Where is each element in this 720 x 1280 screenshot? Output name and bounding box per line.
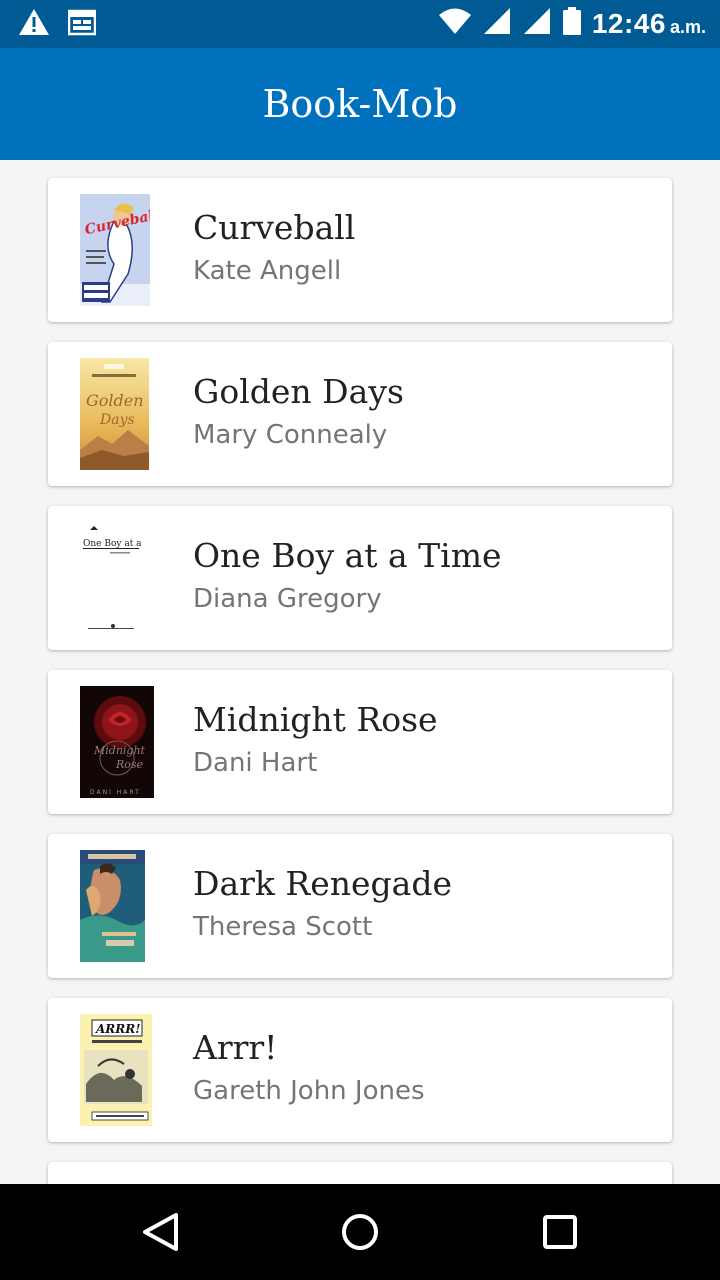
clock-ampm: a.m. [669,16,706,37]
wifi-icon [438,7,472,40]
svg-text:ARRR!: ARRR! [95,1022,141,1036]
book-card-curveball[interactable]: Curveball Curveball Kate Angell [48,178,672,322]
signal-icon [482,6,512,41]
book-author: Dani Hart [193,748,318,778]
book-card-arrr[interactable]: ARRR! Arrr! Gareth John Jones [48,998,672,1142]
battery-icon [562,6,582,41]
status-bar: 12:46 a.m. [0,0,720,48]
book-list[interactable]: Curveball Curveball Kate Angell Golden D… [0,160,720,1184]
book-cover: One Boy at a Time [80,522,142,634]
book-author: Diana Gregory [193,584,382,614]
book-author: Gareth John Jones [193,1076,425,1106]
book-title: Golden Days [193,372,404,411]
svg-text:DANI HART: DANI HART [90,789,141,796]
book-card-midnight-rose[interactable]: Midnight Rose DANI HART Midnight Rose Da… [48,670,672,814]
book-card-golden-days[interactable]: Golden Days Golden Days Mary Connealy [48,342,672,486]
book-title: One Boy at a Time [193,536,502,575]
book-cover [80,850,145,962]
signal-icon-2 [522,6,552,41]
back-icon[interactable] [136,1208,184,1256]
home-icon[interactable] [336,1208,384,1256]
book-title: Arrr! [193,1028,278,1067]
book-author: Mary Connealy [193,420,388,450]
app-title: Book-Mob [262,82,458,126]
svg-text:One Boy at a Time: One Boy at a Time [83,539,142,549]
book-cover: ARRR! [80,1014,152,1126]
book-card-partial[interactable] [48,1162,672,1184]
book-author: Theresa Scott [193,912,373,942]
app-bar: Book-Mob [0,48,720,160]
book-title: Midnight Rose [193,700,438,739]
recents-icon[interactable] [536,1208,584,1256]
warning-icon [18,8,50,41]
navigation-bar [0,1184,720,1280]
book-author: Kate Angell [193,256,342,286]
book-cover: Golden Days [80,358,149,470]
book-title: Curveball [193,208,356,247]
svg-text:Golden: Golden [86,391,144,410]
book-title: Dark Renegade [193,864,453,903]
svg-text:Rose: Rose [115,758,144,771]
svg-text:Days: Days [99,412,135,428]
clock-time: 12:46 [591,7,666,39]
book-card-dark-renegade[interactable]: Dark Renegade Theresa Scott [48,834,672,978]
book-card-one-boy-at-a-time[interactable]: One Boy at a Time One Boy at a Time Dian… [48,506,672,650]
book-cover: Midnight Rose DANI HART [80,686,154,798]
calendar-icon [67,8,97,41]
svg-text:Midnight: Midnight [93,744,146,757]
book-cover: Curveball [80,194,150,306]
